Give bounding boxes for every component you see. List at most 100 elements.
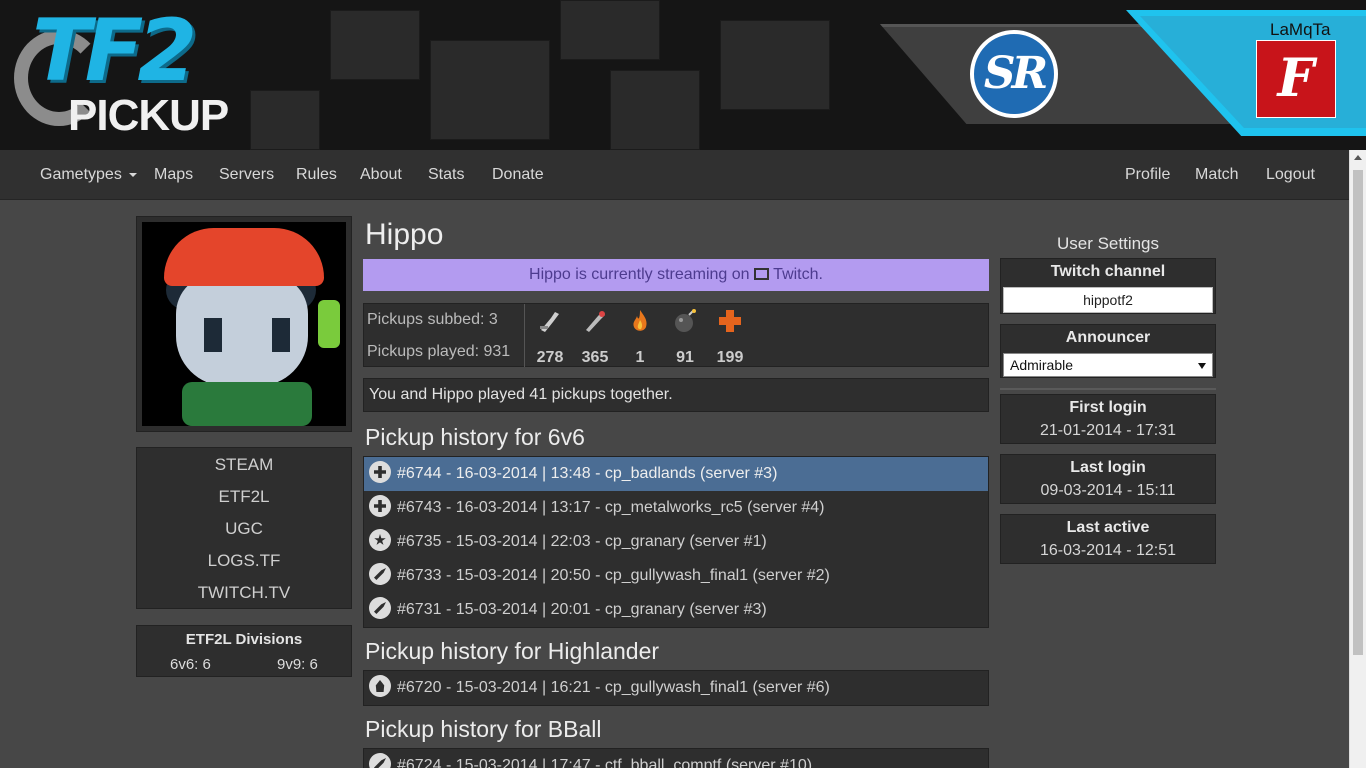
history-row-text: #6731 - 15-03-2014 | 20:01 - cp_granary …: [397, 601, 767, 618]
profile-links: STEAM ETF2L UGC LOGS.TF TWITCH.TV: [136, 447, 352, 609]
user-settings-title: User Settings: [1056, 234, 1160, 253]
history-row[interactable]: #6724 - 15-03-2014 | 17:47 - ctf_bball_c…: [364, 749, 988, 768]
class-count: 199: [716, 349, 744, 366]
history-row-text: #6735 - 15-03-2014 | 22:03 - cp_granary …: [397, 533, 767, 550]
banner-tile: [430, 40, 550, 140]
avatar-eye: [204, 318, 222, 352]
last-active-label: Last active: [1066, 519, 1150, 536]
stream-notice-text: Hippo is currently streaming on: [529, 266, 750, 283]
nav-donate[interactable]: Donate: [492, 166, 544, 184]
history-row[interactable]: #6743 - 16-03-2014 | 13:17 - cp_metalwor…: [364, 491, 988, 525]
pickup-stats: Pickups subbed: 3 Pickups played: 931 27…: [363, 303, 989, 367]
main-navbar: Gametypes Maps Servers Rules About Stats…: [0, 150, 1366, 200]
class-stat-medic: 199: [710, 304, 750, 367]
site-logo[interactable]: TF2 PICKUP: [12, 8, 229, 138]
announcer-label: Announcer: [1065, 329, 1151, 346]
announcer-selected: Admirable: [1010, 357, 1074, 373]
nav-stats[interactable]: Stats: [428, 166, 464, 184]
wrench-icon: [369, 563, 391, 585]
pyro-icon: [633, 310, 647, 331]
etf2l-divisions: ETF2L Divisions 6v6: 6 9v9: 6: [136, 625, 352, 677]
history-6v6-title: Pickup history for 6v6: [365, 424, 585, 450]
last-active-value: 16-03-2014 - 12:51: [1039, 542, 1177, 559]
history-row[interactable]: #6733 - 15-03-2014 | 20:50 - cp_gullywas…: [364, 559, 988, 593]
avatar-headset: [318, 300, 340, 348]
sponsor-logo[interactable]: SR: [970, 30, 1058, 118]
history-row-text: #6733 - 15-03-2014 | 20:50 - cp_gullywas…: [397, 567, 830, 584]
history-row[interactable]: #6731 - 15-03-2014 | 20:01 - cp_granary …: [364, 593, 988, 627]
history-highlander-list: #6720 - 15-03-2014 | 16:21 - cp_gullywas…: [363, 670, 989, 706]
avatar-eye: [272, 318, 290, 352]
division-9v9: 9v9: 6: [277, 656, 318, 673]
pickups-played: Pickups played: 931: [367, 343, 511, 360]
medic-icon: [719, 310, 741, 332]
pickups-subbed: Pickups subbed: 3: [367, 311, 498, 328]
last-login-label: Last login: [1070, 459, 1146, 476]
link-steam[interactable]: STEAM: [137, 454, 351, 486]
history-row-text: #6743 - 16-03-2014 | 13:17 - cp_metalwor…: [397, 499, 825, 516]
pickups-together: You and Hippo played 41 pickups together…: [363, 378, 989, 412]
scroll-up-icon[interactable]: [1354, 155, 1362, 160]
banner-tile: [560, 0, 660, 60]
banner-tile: [330, 10, 420, 80]
stream-notice-link[interactable]: Twitch.: [773, 266, 823, 283]
history-6v6-list: #6744 - 16-03-2014 | 13:48 - cp_badlands…: [363, 456, 989, 628]
fire-icon: [369, 675, 391, 697]
stream-notice[interactable]: Hippo is currently streaming on Twitch.: [363, 259, 989, 291]
banner-tile: [610, 70, 700, 150]
avatar-scarf: [182, 382, 312, 426]
class-stat-demoman: 91: [665, 304, 705, 367]
class-count: 278: [536, 349, 564, 366]
nav-gametypes-label: Gametypes: [40, 166, 122, 183]
settings-divider: [1000, 388, 1216, 390]
tv-icon: [754, 268, 770, 280]
nav-match[interactable]: Match: [1195, 166, 1239, 184]
divisions-title: ETF2L Divisions: [185, 631, 303, 648]
history-highlander-title: Pickup history for Highlander: [365, 638, 660, 664]
history-bball-list: #6724 - 15-03-2014 | 17:47 - ctf_bball_c…: [363, 748, 989, 768]
nav-profile[interactable]: Profile: [1125, 166, 1170, 184]
link-etf2l[interactable]: ETF2L: [137, 486, 351, 518]
link-twitch-tv[interactable]: TWITCH.TV: [137, 582, 351, 614]
scout-icon: [540, 312, 559, 332]
nav-about[interactable]: About: [360, 166, 402, 184]
scrollbar-thumb[interactable]: [1353, 170, 1363, 655]
first-login-value: 21-01-2014 - 17:31: [1039, 422, 1177, 439]
announcer-select[interactable]: Admirable: [1003, 353, 1213, 377]
banner-tile: [720, 20, 830, 110]
class-count: 91: [676, 349, 694, 366]
player-name: Hippo: [365, 218, 444, 251]
class-count: 1: [635, 349, 645, 366]
history-row[interactable]: #6744 - 16-03-2014 | 13:48 - cp_badlands…: [364, 457, 988, 491]
history-row[interactable]: #6720 - 15-03-2014 | 16:21 - cp_gullywas…: [364, 671, 988, 705]
link-logs-tf[interactable]: LOGS.TF: [137, 550, 351, 582]
wrench-icon: [369, 753, 391, 768]
demoman-icon: [675, 309, 696, 332]
history-row[interactable]: #6735 - 15-03-2014 | 22:03 - cp_granary …: [364, 525, 988, 559]
medic-icon: [369, 461, 391, 483]
player-avatar: [136, 216, 352, 432]
user-avatar[interactable]: F: [1256, 40, 1336, 118]
twitch-channel-input[interactable]: [1003, 287, 1213, 313]
current-username[interactable]: LaMqTa: [1270, 20, 1330, 40]
wrench-icon: [369, 597, 391, 619]
nav-gametypes[interactable]: Gametypes: [40, 166, 138, 184]
class-stat-soldier: 365: [575, 304, 615, 367]
nav-logout[interactable]: Logout: [1266, 166, 1315, 184]
last-active-box: Last active 16-03-2014 - 12:51: [1000, 514, 1216, 564]
class-stat-scout: 278: [530, 304, 570, 367]
history-row-text: #6744 - 16-03-2014 | 13:48 - cp_badlands…: [397, 465, 778, 482]
nav-maps[interactable]: Maps: [154, 166, 193, 184]
last-login-value: 09-03-2014 - 15:11: [1040, 482, 1176, 499]
last-login-box: Last login 09-03-2014 - 15:11: [1000, 454, 1216, 504]
class-count: 365: [581, 349, 609, 366]
nav-rules[interactable]: Rules: [296, 166, 337, 184]
history-row-text: #6720 - 15-03-2014 | 16:21 - cp_gullywas…: [397, 679, 830, 696]
site-banner: TF2 PICKUP SR LaMqTa F: [0, 0, 1366, 150]
twitch-channel-label: Twitch channel: [1050, 263, 1166, 280]
page-scrollbar[interactable]: [1349, 150, 1366, 768]
history-bball-title: Pickup history for BBall: [365, 716, 602, 742]
link-ugc[interactable]: UGC: [137, 518, 351, 550]
nav-servers[interactable]: Servers: [219, 166, 274, 184]
medic-icon: [369, 495, 391, 517]
